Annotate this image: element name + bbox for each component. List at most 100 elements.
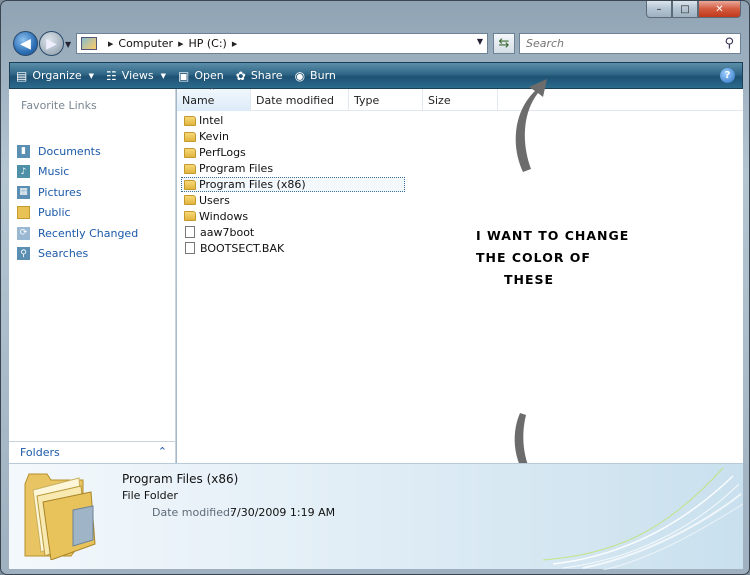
favorite-link-label: Public (38, 206, 71, 220)
folder-icon (184, 179, 196, 190)
file-name: Program Files (199, 162, 274, 176)
file-list-pane: ^ Name Date modified Type Size Intel Kev… (177, 79, 743, 499)
details-file-type: File Folder (122, 489, 178, 502)
open-icon: ▣ (178, 68, 190, 83)
decorative-swoosh (543, 467, 743, 570)
list-item[interactable]: Windows (181, 208, 405, 224)
file-name: Program Files (x86) (199, 178, 306, 191)
views-button[interactable]: ☷ Views ▼ (100, 63, 172, 88)
chevron-up-icon: ⌃ (157, 445, 167, 458)
details-file-name: Program Files (x86) (122, 472, 239, 486)
breadcrumb-separator-icon[interactable]: ▶ (232, 40, 237, 48)
details-pane: Program Files (x86) File Folder Date mod… (9, 463, 743, 570)
folder-icon (184, 195, 196, 206)
file-name: PerfLogs (199, 146, 246, 160)
column-header-label: Size (428, 93, 451, 107)
large-folder-icon (24, 473, 96, 560)
navigation-row: ◀ ▶ ▼ ▶ Computer ▶ HP (C:) ▶ ▼ ⇆ ⚲ (1, 26, 749, 60)
details-date-value: 7/30/2009 1:19 AM (230, 506, 336, 519)
open-button[interactable]: ▣ Open (172, 63, 230, 88)
list-item[interactable]: Kevin (181, 129, 405, 145)
file-name: Users (199, 193, 230, 207)
breadcrumb-drive[interactable]: HP (C:) (188, 37, 226, 50)
favorite-link-label: Music (38, 165, 70, 179)
folder-icon (184, 115, 196, 126)
details-date-label: Date modified: (152, 506, 234, 519)
column-header-type[interactable]: Type (349, 89, 423, 111)
favorite-link-pictures[interactable]: ▦ Pictures (17, 182, 138, 203)
burn-label: Burn (310, 69, 336, 82)
column-header-date-modified[interactable]: Date modified (251, 89, 349, 111)
favorite-link-searches[interactable]: ⚲ Searches (17, 244, 138, 265)
list-item[interactable]: aaw7boot (181, 224, 405, 240)
share-button[interactable]: ✿ Share (230, 63, 289, 88)
list-item[interactable]: Users (181, 192, 405, 208)
file-list: Intel Kevin PerfLogs Program Files Progr… (181, 113, 405, 256)
maximize-button[interactable]: □ (672, 1, 698, 18)
column-headers: ^ Name Date modified Type Size (177, 87, 743, 111)
file-name: Windows (199, 209, 249, 223)
searches-icon: ⚲ (17, 247, 30, 261)
refresh-button[interactable]: ⇆ (493, 33, 515, 54)
breadcrumb-separator-icon[interactable]: ▶ (108, 40, 113, 48)
organize-label: Organize (32, 69, 82, 82)
organize-icon: ▤ (16, 68, 28, 83)
list-item[interactable]: BOOTSECT.BAK (181, 240, 405, 256)
list-item-selected[interactable]: Program Files (x86) (181, 176, 405, 193)
column-header-label: Name (182, 93, 215, 107)
burn-icon: ◉ (294, 68, 306, 83)
annotation-line: these (504, 272, 555, 287)
navigation-pane: Favorite Links ▮ Documents ♪ Music ▦ Pic… (9, 89, 176, 463)
minimize-button[interactable]: – (646, 1, 672, 18)
forward-button[interactable]: ▶ (39, 31, 64, 56)
explorer-window: – □ ✕ ◀ ▶ ▼ ▶ Computer ▶ HP (C:) ▶ ▼ ⇆ ⚲… (0, 0, 750, 575)
folder-icon (184, 163, 196, 174)
folders-label: Folders (20, 446, 60, 459)
documents-icon: ▮ (17, 144, 30, 158)
file-name: BOOTSECT.BAK (200, 241, 285, 255)
recently-changed-icon: ⟳ (17, 226, 30, 240)
open-label: Open (194, 69, 224, 82)
search-input[interactable] (520, 37, 715, 50)
help-icon[interactable]: ? (720, 68, 735, 83)
column-header-label: Type (354, 93, 380, 107)
list-item[interactable]: Intel (181, 113, 405, 129)
folder-icon (184, 131, 196, 142)
organize-button[interactable]: ▤ Organize ▼ (10, 63, 100, 88)
favorite-link-recently-changed[interactable]: ⟳ Recently Changed (17, 223, 138, 244)
breadcrumb-computer[interactable]: Computer (118, 37, 173, 50)
curved-arrow-up-icon (515, 79, 547, 172)
music-icon: ♪ (17, 165, 30, 179)
folder-icon (184, 211, 196, 222)
list-item[interactable]: Program Files (181, 161, 405, 177)
folders-toggle[interactable]: Folders ⌃ (9, 441, 175, 463)
column-header-size[interactable]: Size (423, 89, 498, 111)
computer-icon (81, 37, 97, 50)
favorite-link-label: Recently Changed (38, 226, 139, 240)
list-item[interactable]: PerfLogs (181, 145, 405, 161)
column-header-label: Date modified (256, 93, 334, 107)
share-icon: ✿ (235, 68, 246, 83)
close-button[interactable]: ✕ (698, 1, 741, 18)
favorite-links-heading: Favorite Links (21, 99, 97, 112)
breadcrumb-separator-icon[interactable]: ▶ (178, 40, 183, 48)
recent-pages-dropdown[interactable]: ▼ (65, 40, 71, 49)
folder-icon (184, 147, 196, 158)
annotation-text: I want to change the color of these (476, 225, 629, 291)
sort-ascending-icon: ^ (209, 87, 215, 95)
annotation-line: the color of (476, 250, 591, 265)
file-name: aaw7boot (200, 225, 255, 239)
chevron-down-icon: ▼ (88, 71, 95, 80)
file-name: Intel (199, 114, 224, 128)
favorite-link-public[interactable]: Public (17, 203, 138, 224)
column-header-name[interactable]: ^ Name (177, 87, 251, 111)
back-button[interactable]: ◀ (13, 31, 38, 56)
favorite-link-music[interactable]: ♪ Music (17, 162, 138, 183)
address-bar[interactable]: ▶ Computer ▶ HP (C:) ▶ ▼ (76, 33, 488, 54)
burn-button[interactable]: ◉ Burn (289, 63, 342, 88)
file-icon (185, 242, 195, 255)
favorite-link-documents[interactable]: ▮ Documents (17, 141, 138, 162)
search-icon[interactable]: ⚲ (724, 36, 734, 51)
search-box[interactable]: ⚲ (519, 33, 741, 54)
address-history-dropdown[interactable]: ▼ (477, 37, 483, 46)
